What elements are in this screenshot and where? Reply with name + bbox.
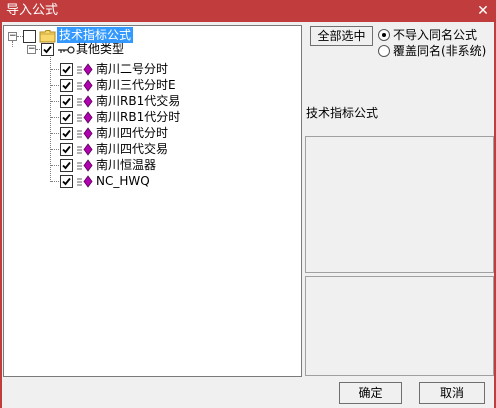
tree-item-label[interactable]: 南川RB1代分时 [96,109,180,125]
tree-item-checkbox[interactable] [60,159,73,172]
tree-item-label[interactable]: 南川四代分时 [96,125,168,141]
description-panel [305,136,494,273]
tree-connector [51,117,59,118]
window-title: 导入公式 [6,3,59,18]
radio-overwrite-label[interactable]: 覆盖同名(非系统) [393,43,486,59]
tree-item-label[interactable]: 南川四代交易 [96,141,168,157]
tree-item-checkbox[interactable] [60,79,73,92]
root-checkbox[interactable] [23,30,36,43]
tree-item-label[interactable]: 南川RB1代交易 [96,93,180,109]
tree-connector [51,69,59,70]
root-expander[interactable]: − [8,32,17,41]
tree-item-label[interactable]: 南川三代分时E [96,77,176,93]
select-all-button[interactable]: 全部选中 [310,26,373,46]
tree-item-label[interactable]: NC_HWQ [96,173,150,189]
tree-item-checkbox[interactable] [60,127,73,140]
tree-item[interactable]: 南川恒温器 [4,157,294,173]
tree-connector [51,133,59,134]
radio-no-import[interactable] [378,29,390,41]
formula-tree[interactable]: − 技术指标公式 − 其他类型 南川二号分时 南川三代分时E 南川RB1代交易 南川R… [3,25,302,377]
key-icon [57,44,75,56]
tree-item[interactable]: 南川四代交易 [4,141,294,157]
title-bar: 导入公式 ✕ [0,0,496,22]
ok-button[interactable]: 确定 [339,382,402,404]
tree-item[interactable]: 南川RB1代交易 [4,93,294,109]
tree-connector [51,181,59,182]
tree-item[interactable]: 南川RB1代分时 [4,109,294,125]
tree-connector [51,165,59,166]
close-icon[interactable]: ✕ [476,4,490,18]
info-title: 技术指标公式 [306,106,379,120]
tree-connector [51,149,59,150]
group-expander[interactable]: − [27,45,36,54]
tree-item[interactable]: 南川四代分时 [4,125,294,141]
tree-connector [51,101,59,102]
cancel-button[interactable]: 取消 [419,382,485,404]
preview-panel [305,276,494,376]
radio-no-import-label[interactable]: 不导入同名公式 [393,27,477,43]
group-checkbox[interactable] [41,43,54,56]
tree-item-checkbox[interactable] [60,63,73,76]
tree-item[interactable]: NC_HWQ [4,173,294,189]
tree-item-checkbox[interactable] [60,175,73,188]
tree-item-checkbox[interactable] [60,143,73,156]
tree-item[interactable]: 南川三代分时E [4,77,294,93]
tree-item[interactable]: 南川二号分时 [4,61,294,77]
group-label[interactable]: 其他类型 [76,41,124,57]
radio-selected-dot [382,33,386,37]
tree-connector [51,85,59,86]
tree-item-checkbox[interactable] [60,95,73,108]
formula-icon [76,175,94,192]
folder-icon [39,29,57,43]
tree-item-label[interactable]: 南川二号分时 [96,61,168,77]
window-border-left [0,22,2,408]
tree-item-checkbox[interactable] [60,111,73,124]
tree-connector [36,49,40,50]
tree-connector [12,41,13,47]
tree-item-label[interactable]: 南川恒温器 [96,157,156,173]
radio-overwrite[interactable] [378,45,390,57]
